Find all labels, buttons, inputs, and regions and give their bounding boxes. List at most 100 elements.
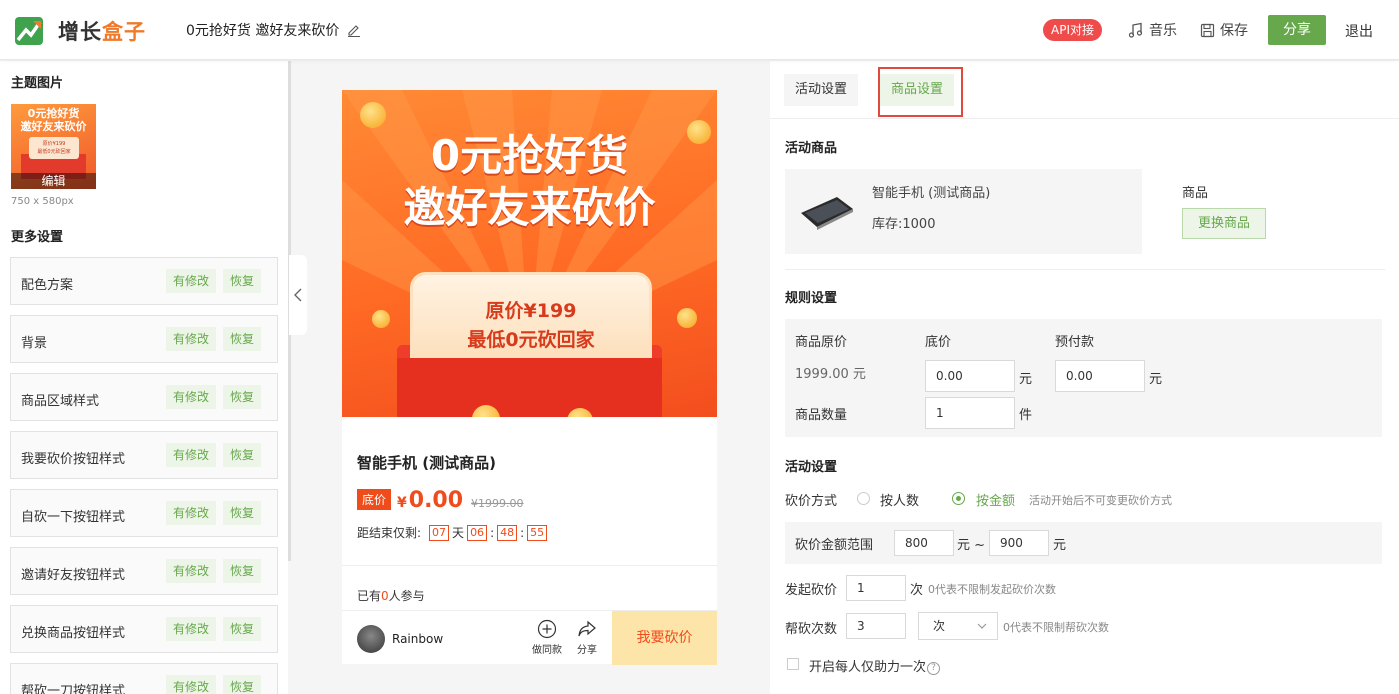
- once-label[interactable]: 开启每人仅助力一次?: [809, 656, 941, 675]
- help-input[interactable]: 3: [846, 613, 906, 639]
- same-style-button[interactable]: 做同款: [527, 619, 567, 656]
- modified-tag[interactable]: 有修改: [166, 617, 217, 641]
- launch-input[interactable]: 1: [846, 575, 906, 601]
- tab-highlight-box: [878, 67, 963, 117]
- edit-pencil-icon[interactable]: [347, 23, 361, 37]
- style-option-row[interactable]: 帮砍一刀按钮样式 有修改 恢复: [10, 663, 278, 694]
- restore-button[interactable]: 恢复: [223, 559, 262, 583]
- theme-image-title: 主题图片: [11, 76, 64, 91]
- more-settings-title: 更多设置: [11, 230, 64, 245]
- music-button[interactable]: 音乐: [1128, 20, 1177, 40]
- restore-button[interactable]: 恢复: [223, 501, 262, 525]
- modified-tag[interactable]: 有修改: [166, 327, 217, 351]
- original-price: ¥1999.00: [471, 497, 524, 510]
- modified-tag[interactable]: 有修改: [166, 501, 217, 525]
- floor-price-input[interactable]: 0.00: [925, 360, 1015, 392]
- activity-title[interactable]: 0元抢好货 邀好友来砍价: [186, 20, 361, 40]
- preview-banner[interactable]: 0元抢好货 邀好友来砍价 原价¥199 最低0元砍回家: [342, 90, 717, 417]
- style-option-row[interactable]: 自砍一下按钮样式 有修改 恢复: [10, 489, 278, 537]
- style-option-row[interactable]: 商品区域样式 有修改 恢复: [10, 373, 278, 421]
- collapse-panel-button[interactable]: [289, 255, 307, 335]
- logo-text: 增长盒子: [58, 20, 146, 44]
- thumb-card: 原价¥199 最低0元砍回家: [29, 137, 79, 159]
- theme-image-thumbnail[interactable]: 0元抢好货 邀好友来砍价 原价¥199 最低0元砍回家 编辑: [11, 104, 96, 189]
- avatar: [357, 625, 385, 653]
- activity-settings-title: 活动设置: [785, 460, 838, 475]
- save-button[interactable]: 保存: [1200, 20, 1248, 40]
- restore-button[interactable]: 恢复: [223, 675, 262, 694]
- logo[interactable]: 增长盒子: [14, 16, 146, 46]
- yuan-unit: 元: [1019, 372, 1033, 387]
- modified-tag[interactable]: 有修改: [166, 269, 217, 293]
- style-option-row[interactable]: 配色方案 有修改 恢复: [10, 257, 278, 305]
- share-button[interactable]: 分享: [1268, 15, 1326, 45]
- radio-by-amount[interactable]: [952, 492, 965, 505]
- help-hint: 0代表不限制帮砍次数: [1003, 621, 1109, 634]
- countdown-prefix: 距结束仅剩:: [357, 526, 422, 540]
- top-bar: 增长盒子 0元抢好货 邀好友来砍价 API对接 音乐 保存 分享 退出: [0, 0, 1399, 60]
- restore-button[interactable]: 恢复: [223, 269, 262, 293]
- colon: :: [520, 525, 525, 540]
- coin-decor: [360, 102, 386, 128]
- activity-title-text: 0元抢好货 邀好友来砍价: [186, 23, 340, 39]
- left-settings-panel: 主题图片 0元抢好货 邀好友来砍价 原价¥199 最低0元砍回家 编辑 750 x …: [0, 61, 288, 694]
- restore-button[interactable]: 恢复: [223, 327, 262, 351]
- qty-unit: 件: [1019, 408, 1033, 423]
- style-option-row[interactable]: 兑换商品按钮样式 有修改 恢复: [10, 605, 278, 653]
- change-goods-button[interactable]: 更换商品: [1182, 208, 1266, 239]
- cut-mode-hint: 活动开始后不可变更砍价方式: [1029, 494, 1172, 507]
- restore-button[interactable]: 恢复: [223, 443, 262, 467]
- rules-title: 规则设置: [785, 291, 838, 306]
- goods-label: 商品: [1182, 186, 1209, 201]
- qty-input[interactable]: 1: [925, 397, 1015, 429]
- goods-card: 智能手机 (测试商品) 库存:1000: [785, 169, 1142, 254]
- save-label: 保存: [1220, 23, 1248, 39]
- day-unit: 天: [452, 526, 465, 540]
- music-label: 音乐: [1149, 23, 1177, 39]
- range-max-input[interactable]: 900: [989, 530, 1049, 556]
- radio-by-people[interactable]: [857, 492, 870, 505]
- help-select-value: 次: [933, 619, 946, 633]
- help-question-icon[interactable]: ?: [927, 662, 941, 675]
- cut-price-button[interactable]: 我要砍价: [612, 611, 717, 665]
- activity-goods-title: 活动商品: [785, 141, 838, 156]
- plus-circle-icon: [537, 619, 557, 639]
- style-option-row[interactable]: 邀请好友按钮样式 有修改 恢复: [10, 547, 278, 595]
- style-option-row[interactable]: 我要砍价按钮样式 有修改 恢复: [10, 431, 278, 479]
- once-checkbox[interactable]: [787, 658, 799, 670]
- joined-count: 已有0人参与: [357, 589, 425, 603]
- chevron-left-icon: [294, 288, 302, 302]
- coin-decor: [372, 310, 390, 328]
- launch-label: 发起砍价: [785, 583, 838, 598]
- divider: [785, 269, 1385, 270]
- preview-price-row: 底价 ¥ 0.00 ¥1999.00: [357, 488, 524, 513]
- api-badge[interactable]: API对接: [1043, 19, 1102, 41]
- modified-tag[interactable]: 有修改: [166, 675, 217, 694]
- modified-tag[interactable]: 有修改: [166, 385, 217, 409]
- countdown-seconds: 55: [527, 524, 548, 541]
- range-min-input[interactable]: 800: [894, 530, 954, 556]
- thumb-edit-button[interactable]: 编辑: [11, 173, 96, 189]
- current-price: 0.00: [408, 488, 464, 513]
- preview-product-name: 智能手机 (测试商品): [357, 454, 496, 472]
- share-arrow-icon: [578, 620, 596, 637]
- countdown: 距结束仅剩: 07 天 06 : 48 : 55: [357, 524, 550, 541]
- floor-price-tag: 底价: [357, 489, 392, 510]
- share-preview-button[interactable]: 分享: [567, 619, 607, 656]
- by-amount-label[interactable]: 按金额: [976, 490, 1015, 509]
- settings-tabs: 活动设置 商品设置: [770, 61, 1399, 119]
- tab-activity-settings[interactable]: 活动设置: [784, 74, 859, 106]
- by-people-label[interactable]: 按人数: [880, 490, 919, 509]
- style-option-row[interactable]: 背景 有修改 恢复: [10, 315, 278, 363]
- yen-sign: ¥: [397, 495, 407, 511]
- restore-button[interactable]: 恢复: [223, 617, 262, 641]
- launch-unit: 次: [910, 583, 924, 598]
- help-unit-select[interactable]: 次: [918, 612, 998, 640]
- prepay-input[interactable]: 0.00: [1055, 360, 1145, 392]
- exit-button[interactable]: 退出: [1345, 21, 1373, 41]
- restore-button[interactable]: 恢复: [223, 385, 262, 409]
- chevron-down-icon: [977, 623, 987, 629]
- floor-price-label: 底价: [925, 335, 952, 350]
- modified-tag[interactable]: 有修改: [166, 559, 217, 583]
- modified-tag[interactable]: 有修改: [166, 443, 217, 467]
